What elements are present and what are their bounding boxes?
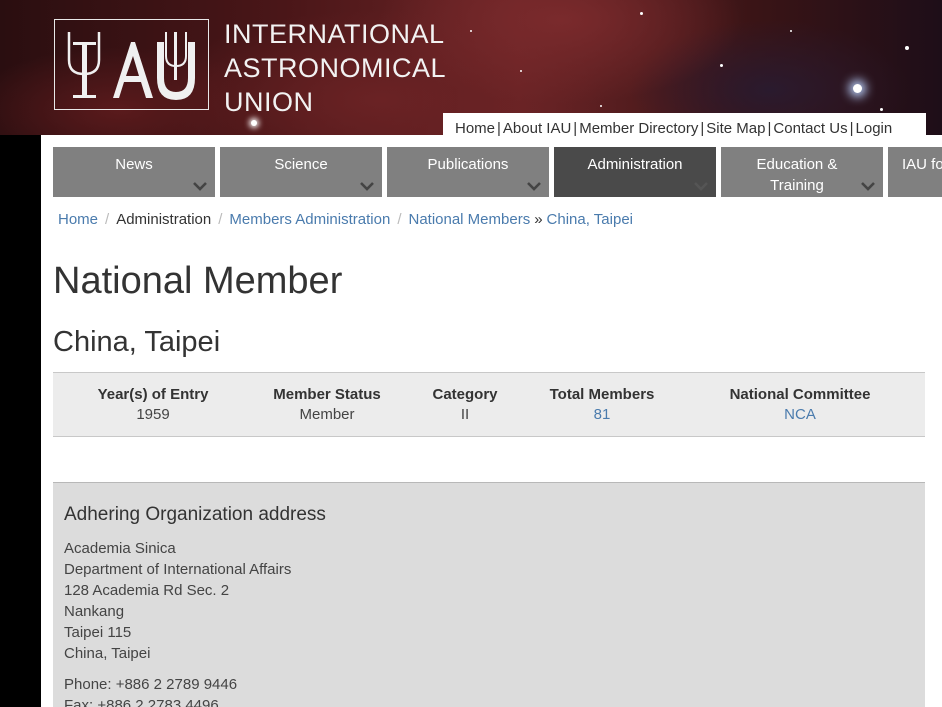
page-title: National Member: [53, 260, 343, 302]
utility-separator: |: [849, 120, 854, 137]
breadcrumb-separator: »: [534, 211, 543, 228]
member-status-value: Member: [299, 406, 355, 423]
main-nav: News Science Publications Administration…: [53, 147, 942, 197]
site-title-line: UNION: [224, 87, 314, 117]
total-members-label: Total Members: [549, 386, 655, 403]
chevron-down-icon: [360, 182, 374, 191]
address-line: China, Taipei: [64, 645, 151, 662]
breadcrumb-administration: Administration: [116, 211, 212, 228]
utility-link-site-map[interactable]: Site Map: [706, 120, 765, 137]
year-entry-value: 1959: [136, 406, 170, 423]
contact-lines: Phone: +886 2 2789 9446 Fax: +886 2 2783…: [64, 674, 237, 707]
site-title: INTERNATIONAL ASTRONOMICAL UNION: [224, 17, 446, 119]
utility-link-contact[interactable]: Contact Us: [773, 120, 847, 137]
site-title-line: ASTRONOMICAL: [224, 53, 447, 83]
breadcrumb-members-administration[interactable]: Members Administration: [229, 211, 390, 228]
address-line: 128 Academia Rd Sec. 2: [64, 582, 230, 599]
breadcrumb-current[interactable]: China, Taipei: [547, 211, 633, 228]
nav-item-publications[interactable]: Publications: [387, 147, 549, 197]
breadcrumb-national-members[interactable]: National Members: [408, 211, 530, 228]
star-decoration: [640, 12, 643, 15]
breadcrumb-separator: /: [397, 211, 402, 228]
nav-item-iau-for[interactable]: IAU fo: [888, 147, 942, 197]
chevron-down-icon: [527, 182, 541, 191]
star-decoration: [520, 70, 522, 72]
star-decoration: [880, 108, 883, 111]
nav-item-label: News: [115, 156, 153, 173]
nav-item-administration[interactable]: Administration: [554, 147, 716, 197]
nav-item-label: Science: [274, 156, 328, 173]
year-entry-cell: Year(s) of Entry 1959: [83, 386, 223, 423]
total-members-link[interactable]: 81: [594, 406, 611, 423]
main-content: News Science Publications Administration…: [41, 135, 942, 707]
nav-item-label: Administration: [587, 156, 683, 173]
nav-item-science[interactable]: Science: [220, 147, 382, 197]
member-status-label: Member Status: [273, 386, 381, 403]
star-decoration: [905, 46, 909, 50]
utility-link-login[interactable]: Login: [856, 120, 893, 137]
star-decoration: [790, 30, 792, 32]
iau-logo[interactable]: [54, 19, 209, 110]
star-decoration: [600, 105, 602, 107]
utility-link-member-directory[interactable]: Member Directory: [579, 120, 698, 137]
breadcrumb: Home / Administration / Members Administrati…: [58, 211, 633, 228]
year-entry-label: Year(s) of Entry: [97, 386, 209, 403]
national-committee-link[interactable]: NCA: [784, 406, 816, 423]
breadcrumb-separator: /: [105, 211, 110, 228]
adhering-organization-box: Adhering Organization address Academia S…: [53, 482, 925, 707]
member-info-table: Year(s) of Entry 1959 Member Status Memb…: [53, 372, 925, 437]
utility-separator: |: [497, 120, 501, 137]
star-decoration: [470, 30, 472, 32]
nav-item-label: Education & Training: [756, 156, 838, 194]
category-cell: Category II: [415, 386, 515, 423]
utility-link-home[interactable]: Home: [455, 120, 495, 137]
national-committee-cell: National Committee NCA: [715, 386, 885, 423]
fax-text: Fax: +886 2 2783 4496: [64, 697, 219, 707]
address-heading: Adhering Organization address: [64, 504, 326, 525]
iau-logo-icon: [67, 32, 195, 100]
national-committee-label: National Committee: [729, 386, 871, 403]
site-title-line: INTERNATIONAL: [224, 19, 445, 49]
address-line: Taipei 115: [64, 624, 132, 641]
nav-item-news[interactable]: News: [53, 147, 215, 197]
chevron-down-icon: [861, 182, 875, 191]
nav-item-label: Publications: [427, 156, 509, 173]
total-members-cell: Total Members 81: [537, 386, 667, 423]
chevron-down-icon: [193, 182, 207, 191]
utility-link-about[interactable]: About IAU: [503, 120, 571, 137]
nav-item-label: IAU fo: [902, 156, 942, 173]
star-decoration: [251, 120, 257, 126]
member-name: China, Taipei: [53, 326, 221, 358]
phone-text: Phone: +886 2 2789 9446: [64, 676, 238, 693]
chevron-down-icon: [694, 182, 708, 191]
member-status-cell: Member Status Member: [257, 386, 397, 423]
breadcrumb-separator: /: [218, 211, 223, 228]
star-decoration: [720, 64, 723, 67]
category-label: Category: [432, 386, 498, 403]
utility-nav: Home | About IAU | Member Directory | Site Map…: [443, 113, 926, 144]
address-line: Academia Sinica: [64, 540, 176, 557]
breadcrumb-home[interactable]: Home: [58, 211, 98, 228]
nav-item-education-training[interactable]: Education & Training: [721, 147, 883, 197]
address-line: Department of International Affairs: [64, 561, 292, 578]
address-line: Nankang: [64, 603, 125, 620]
star-decoration: [853, 84, 862, 93]
category-value: II: [460, 406, 470, 423]
address-lines: Academia Sinica Department of Internatio…: [64, 538, 291, 664]
